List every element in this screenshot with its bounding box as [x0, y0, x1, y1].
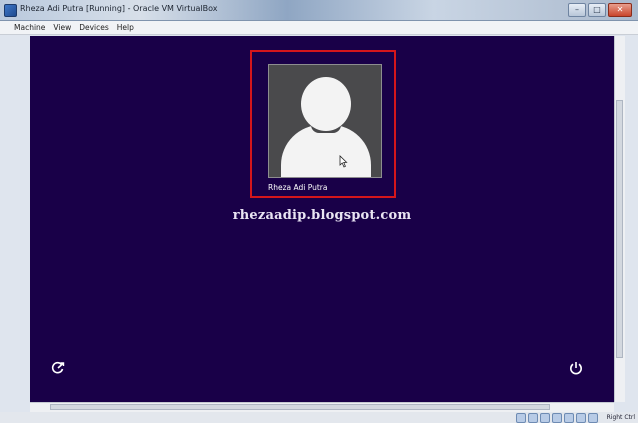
mouse-integration-icon[interactable] [588, 413, 598, 423]
avatar-head [301, 77, 351, 131]
hard-disk-icon[interactable] [516, 413, 526, 423]
vertical-scroll-thumb[interactable] [616, 100, 623, 358]
user-tile[interactable]: Rheza Adi Putra [250, 50, 396, 198]
ease-of-access-icon[interactable] [50, 360, 66, 376]
menu-machine[interactable]: Machine [14, 21, 45, 34]
usb-icon[interactable] [540, 413, 550, 423]
minimize-button[interactable]: – [568, 3, 586, 17]
horizontal-scrollbar[interactable] [30, 402, 614, 412]
shared-folder-icon[interactable] [552, 413, 562, 423]
title-bar[interactable]: Rheza Adi Putra [Running] - Oracle VM Vi… [0, 0, 638, 21]
host-key-label: Right Ctrl [606, 414, 635, 421]
vertical-scrollbar[interactable] [614, 36, 625, 402]
menu-devices[interactable]: Devices [79, 21, 109, 34]
mouse-cursor-icon [339, 155, 348, 168]
menu-bar: Machine View Devices Help [0, 21, 638, 35]
status-icons [516, 413, 598, 423]
watermark-text: rhezaadip.blogspot.com [232, 208, 412, 223]
power-icon[interactable] [568, 360, 584, 376]
window-title: Rheza Adi Putra [Running] - Oracle VM Vi… [20, 4, 218, 13]
horizontal-scroll-thumb[interactable] [50, 404, 550, 410]
network-icon[interactable] [564, 413, 574, 423]
window-controls: – □ ✕ [568, 3, 632, 17]
display-icon[interactable] [576, 413, 586, 423]
vm-display[interactable]: Rheza Adi Putra rhezaadip.blogspot.com [30, 36, 614, 402]
virtualbox-icon [4, 4, 17, 17]
menu-help[interactable]: Help [117, 21, 134, 34]
optical-drive-icon[interactable] [528, 413, 538, 423]
status-bar: Right Ctrl [0, 412, 638, 423]
maximize-button[interactable]: □ [588, 3, 606, 17]
user-name: Rheza Adi Putra [268, 183, 328, 192]
menu-view[interactable]: View [53, 21, 71, 34]
user-silhouette-icon [268, 64, 382, 178]
close-button[interactable]: ✕ [608, 3, 632, 17]
